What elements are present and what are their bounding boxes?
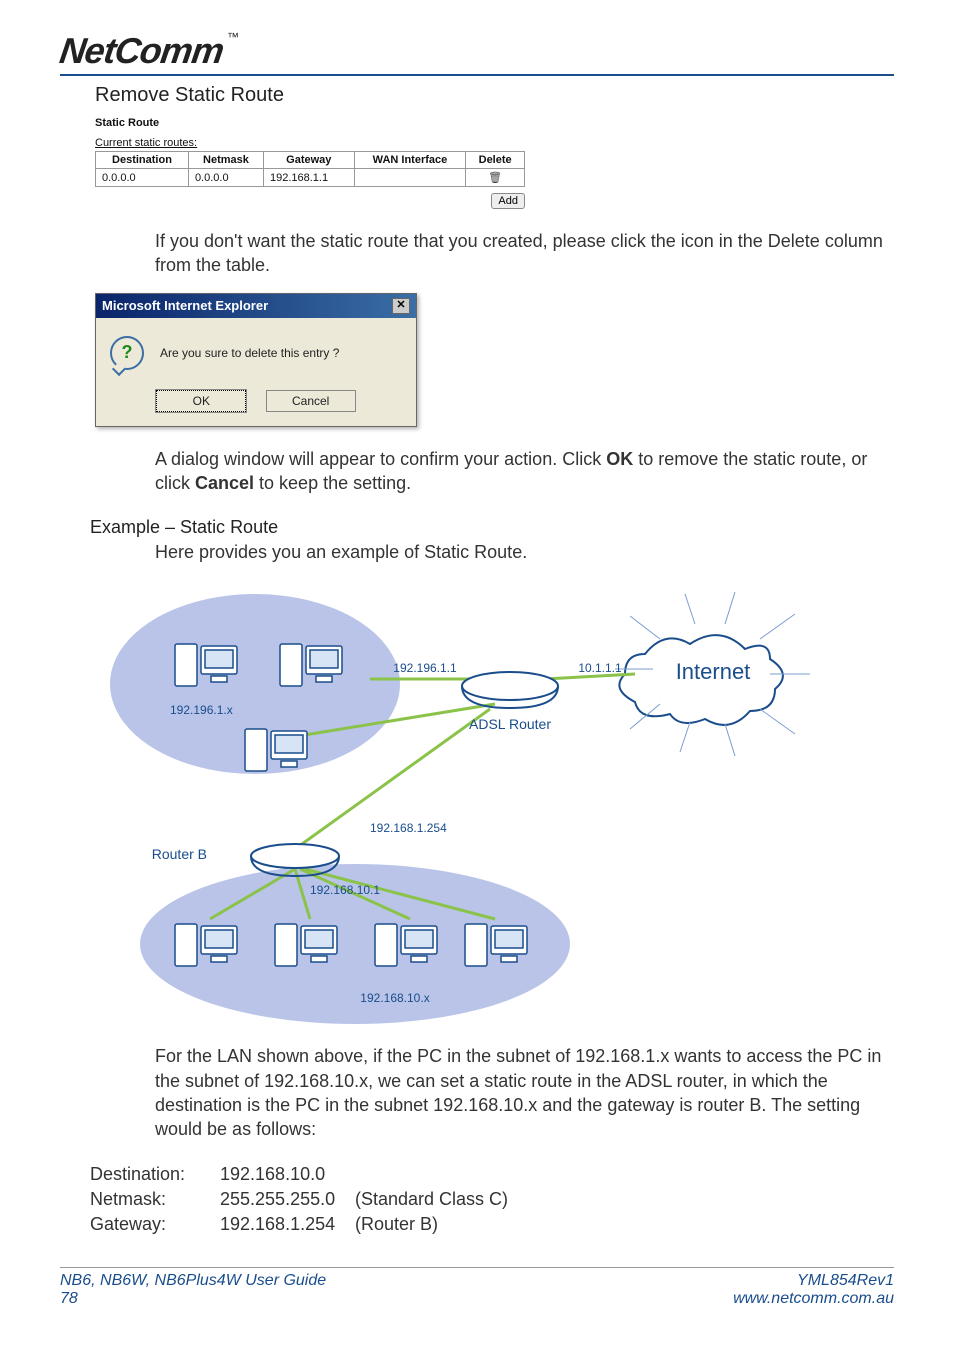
cell-destination: 0.0.0.0: [96, 169, 189, 187]
trademark-icon: ™: [227, 30, 238, 44]
router-b-ip1: 192.168.1.254: [370, 821, 447, 835]
dialog-message: Are you sure to delete this entry ?: [160, 346, 339, 360]
header: NetComm™: [60, 30, 894, 76]
brand-logo: NetComm™: [57, 30, 239, 72]
col-destination: Destination: [96, 152, 189, 169]
footer-url: www.netcomm.com.au: [733, 1290, 894, 1308]
internet-label: Internet: [676, 659, 751, 684]
ip-adsl-left: 192.196.1.1: [393, 661, 457, 675]
footer-guide: NB6, NB6W, NB6Plus4W User Guide: [60, 1272, 326, 1290]
paragraph-delete-info: If you don't want the static route that …: [155, 229, 894, 278]
page-footer: NB6, NB6W, NB6Plus4W User Guide 78 YML85…: [60, 1267, 894, 1308]
net1-label: 192.196.1.x: [170, 703, 233, 717]
cell-wan: [354, 169, 466, 187]
static-route-panel: Static Route Current static routes: Dest…: [95, 117, 525, 209]
router-b-ip2: 192.168.10.1: [310, 883, 380, 897]
static-route-heading: Static Route: [95, 117, 525, 129]
router-b-label: Router B: [152, 846, 207, 862]
table-header-row: Destination Netmask Gateway WAN Interfac…: [96, 152, 525, 169]
routes-table: Destination Netmask Gateway WAN Interfac…: [95, 151, 525, 187]
cancel-button[interactable]: Cancel: [266, 390, 356, 412]
ok-text: OK: [606, 449, 633, 469]
adsl-router-icon: ADSL Router: [462, 672, 558, 732]
gw-note: (Router B): [355, 1212, 438, 1237]
col-netmask: Netmask: [188, 152, 263, 169]
adsl-label: ADSL Router: [469, 716, 551, 732]
confirm-dialog: Microsoft Internet Explorer ✕ ? Are you …: [95, 293, 417, 427]
brand-name: NetComm: [57, 30, 226, 71]
cancel-text: Cancel: [195, 473, 254, 493]
dialog-body: ? Are you sure to delete this entry ? OK…: [96, 318, 416, 426]
mask-label: Netmask:: [90, 1187, 220, 1212]
footer-rev: YML854Rev1: [733, 1272, 894, 1290]
cell-gateway: 192.168.1.1: [263, 169, 354, 187]
settings-block: Destination: 192.168.10.0 Netmask: 255.2…: [90, 1162, 894, 1238]
table-row: 0.0.0.0 0.0.0.0 192.168.1.1: [96, 169, 525, 187]
section-title: Remove Static Route: [95, 84, 894, 107]
col-delete: Delete: [466, 152, 525, 169]
example-intro: Here provides you an example of Static R…: [155, 540, 894, 564]
paragraph-example-explain: For the LAN shown above, if the PC in th…: [155, 1044, 894, 1141]
ip-adsl-right: 10.1.1.1: [578, 661, 622, 675]
dest-label: Destination:: [90, 1162, 220, 1187]
delete-icon[interactable]: [488, 172, 502, 184]
ok-button[interactable]: OK: [156, 390, 246, 412]
col-gateway: Gateway: [263, 152, 354, 169]
dialog-titlebar: Microsoft Internet Explorer ✕: [96, 294, 416, 318]
static-route-subheading: Current static routes:: [95, 137, 525, 149]
dest-value: 192.168.10.0: [220, 1162, 355, 1187]
dialog-title: Microsoft Internet Explorer: [102, 298, 268, 313]
cell-netmask: 0.0.0.0: [188, 169, 263, 187]
col-wan-interface: WAN Interface: [354, 152, 466, 169]
close-icon[interactable]: ✕: [392, 298, 410, 314]
example-title: Example – Static Route: [90, 517, 894, 538]
question-icon: ?: [110, 336, 144, 370]
add-button[interactable]: Add: [491, 193, 525, 209]
footer-page: 78: [60, 1290, 326, 1308]
paragraph-dialog-info: A dialog window will appear to confirm y…: [155, 447, 894, 496]
mask-note: (Standard Class C): [355, 1187, 508, 1212]
internet-cloud: Internet: [615, 592, 810, 756]
mask-value: 255.255.255.0: [220, 1187, 355, 1212]
gw-value: 192.168.1.254: [220, 1212, 355, 1237]
net2-label: 192.168.10.x: [360, 991, 429, 1005]
cell-delete: [466, 169, 525, 187]
gw-label: Gateway:: [90, 1212, 220, 1237]
network-diagram: Internet ADSL Router: [95, 574, 815, 1024]
